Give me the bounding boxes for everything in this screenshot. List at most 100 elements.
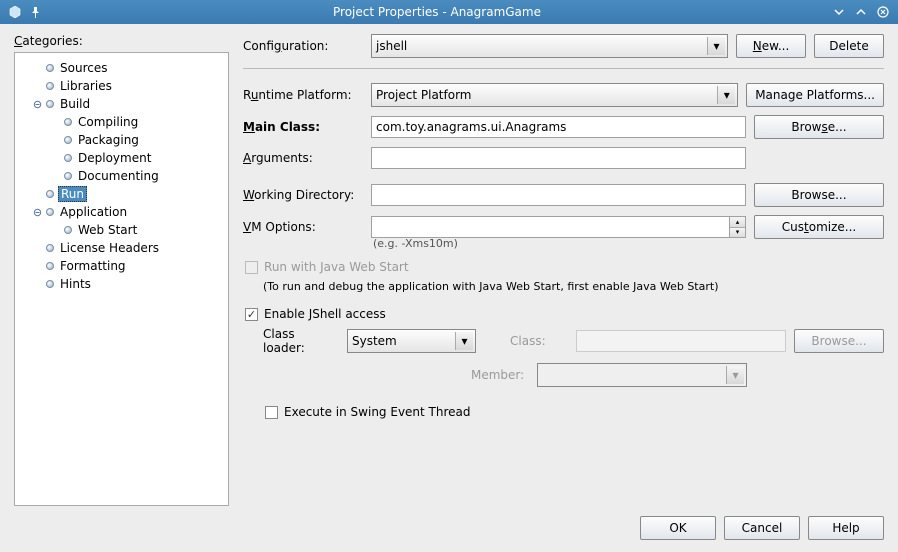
tree-item[interactable]: Web Start [19,221,224,239]
titlebar: Project Properties - AnagramGame [0,0,898,24]
pin-icon[interactable] [28,5,42,19]
customize-button[interactable]: Customize... [754,215,884,239]
app-icon [8,5,22,19]
swing-label: Execute in Swing Event Thread [284,405,471,419]
tree-item[interactable]: Compiling [19,113,224,131]
chevron-down-icon: ▾ [726,366,744,384]
new-button[interactable]: New... [736,34,806,58]
tree-item[interactable]: Hints [19,275,224,293]
bullet-icon [46,280,54,288]
tree-item[interactable]: Deployment [19,149,224,167]
tree-item[interactable]: Formatting [19,257,224,275]
webstart-label: Run with Java Web Start [264,260,409,274]
mainclass-input[interactable] [371,116,746,138]
bullet-icon [64,226,72,234]
swing-checkbox[interactable] [265,406,278,419]
member-combo: ▾ [537,363,747,387]
class-label: Class: [510,334,568,348]
class-input [576,330,786,352]
tree-branch-icon [51,226,60,235]
tree-item-label: Run [58,186,87,202]
workingdir-input[interactable] [371,184,746,206]
tree-item-label: Compiling [76,115,140,129]
configuration-label: Configuration: [243,39,363,53]
bullet-icon [64,154,72,162]
separator [243,68,884,69]
bullet-icon [46,82,54,90]
vmoptions-hint: (e.g. -Xms10m) [373,237,884,250]
tree-item[interactable]: Application [19,203,224,221]
window-title: Project Properties - AnagramGame [42,5,832,19]
tree-item-label: Hints [58,277,93,291]
runtime-label: Runtime Platform: [243,88,363,102]
classloader-combo[interactable]: System ▾ [347,329,476,353]
delete-button[interactable]: Delete [814,34,884,58]
manage-platforms-button[interactable]: Manage Platforms... [746,83,884,107]
tree-item[interactable]: Run [19,185,224,203]
tree-branch-icon [51,136,60,145]
tree-item-label: Sources [58,61,109,75]
vmoptions-input[interactable] [371,216,730,238]
tree-item-label: Build [58,97,92,111]
tree-item-label: License Headers [58,241,161,255]
minimize-icon[interactable] [832,5,846,19]
workingdir-label: Working Directory: [243,188,363,202]
collapse-icon[interactable] [33,100,42,109]
collapse-icon[interactable] [33,208,42,217]
arguments-label: Arguments: [243,151,363,165]
browse-class-button: Browse... [794,329,884,353]
categories-label: Categories: [14,34,229,48]
browse-workingdir-button[interactable]: Browse... [754,183,884,207]
categories-tree[interactable]: Sources Libraries Build Compiling Packaging D… [14,52,229,506]
bullet-icon [46,100,54,108]
tree-branch-icon [33,64,42,73]
webstart-note: (To run and debug the application with J… [263,280,884,293]
mainclass-label: Main Class: [243,120,363,134]
bullet-icon [64,172,72,180]
bullet-icon [46,244,54,252]
chevron-down-icon: ▾ [717,86,735,104]
tree-item[interactable]: Build [19,95,224,113]
footer: OK Cancel Help [14,506,884,540]
bullet-icon [46,190,54,198]
tree-item[interactable]: Sources [19,59,224,77]
tree-branch-icon [51,154,60,163]
tree-item-label: Application [58,205,129,219]
tree-item[interactable]: Documenting [19,167,224,185]
tree-item[interactable]: Libraries [19,77,224,95]
tree-branch-icon [33,190,42,199]
classloader-label: Class loader: [263,327,339,355]
arguments-input[interactable] [371,147,746,169]
bullet-icon [46,262,54,270]
browse-mainclass-button[interactable]: Browse... [754,115,884,139]
tree-branch-icon [33,280,42,289]
tree-branch-icon [33,262,42,271]
bullet-icon [64,118,72,126]
chevron-down-icon: ▾ [707,37,725,55]
jshell-checkbox[interactable] [245,308,258,321]
tree-branch-icon [33,244,42,253]
tree-item-label: Libraries [58,79,114,93]
tree-item[interactable]: License Headers [19,239,224,257]
maximize-icon[interactable] [854,5,868,19]
bullet-icon [46,208,54,216]
tree-item-label: Web Start [76,223,139,237]
webstart-checkbox [245,261,258,274]
member-label: Member: [471,368,529,382]
tree-item[interactable]: Packaging [19,131,224,149]
main-panel: Configuration: jshell ▾ New... Delete Ru… [243,34,884,506]
vmoptions-label: VM Options: [243,220,363,234]
jshell-label: Enable JShell access [264,307,386,321]
ok-button[interactable]: OK [640,516,716,540]
bullet-icon [46,64,54,72]
help-button[interactable]: Help [808,516,884,540]
runtime-combo[interactable]: Project Platform ▾ [371,83,738,107]
tree-branch-icon [33,82,42,91]
close-icon[interactable] [876,5,890,19]
tree-item-label: Packaging [76,133,141,147]
tree-item-label: Deployment [76,151,153,165]
configuration-combo[interactable]: jshell ▾ [371,34,728,58]
cancel-button[interactable]: Cancel [724,516,800,540]
vmoptions-stepper[interactable]: ▴▾ [730,216,746,238]
chevron-down-icon: ▾ [455,332,473,350]
